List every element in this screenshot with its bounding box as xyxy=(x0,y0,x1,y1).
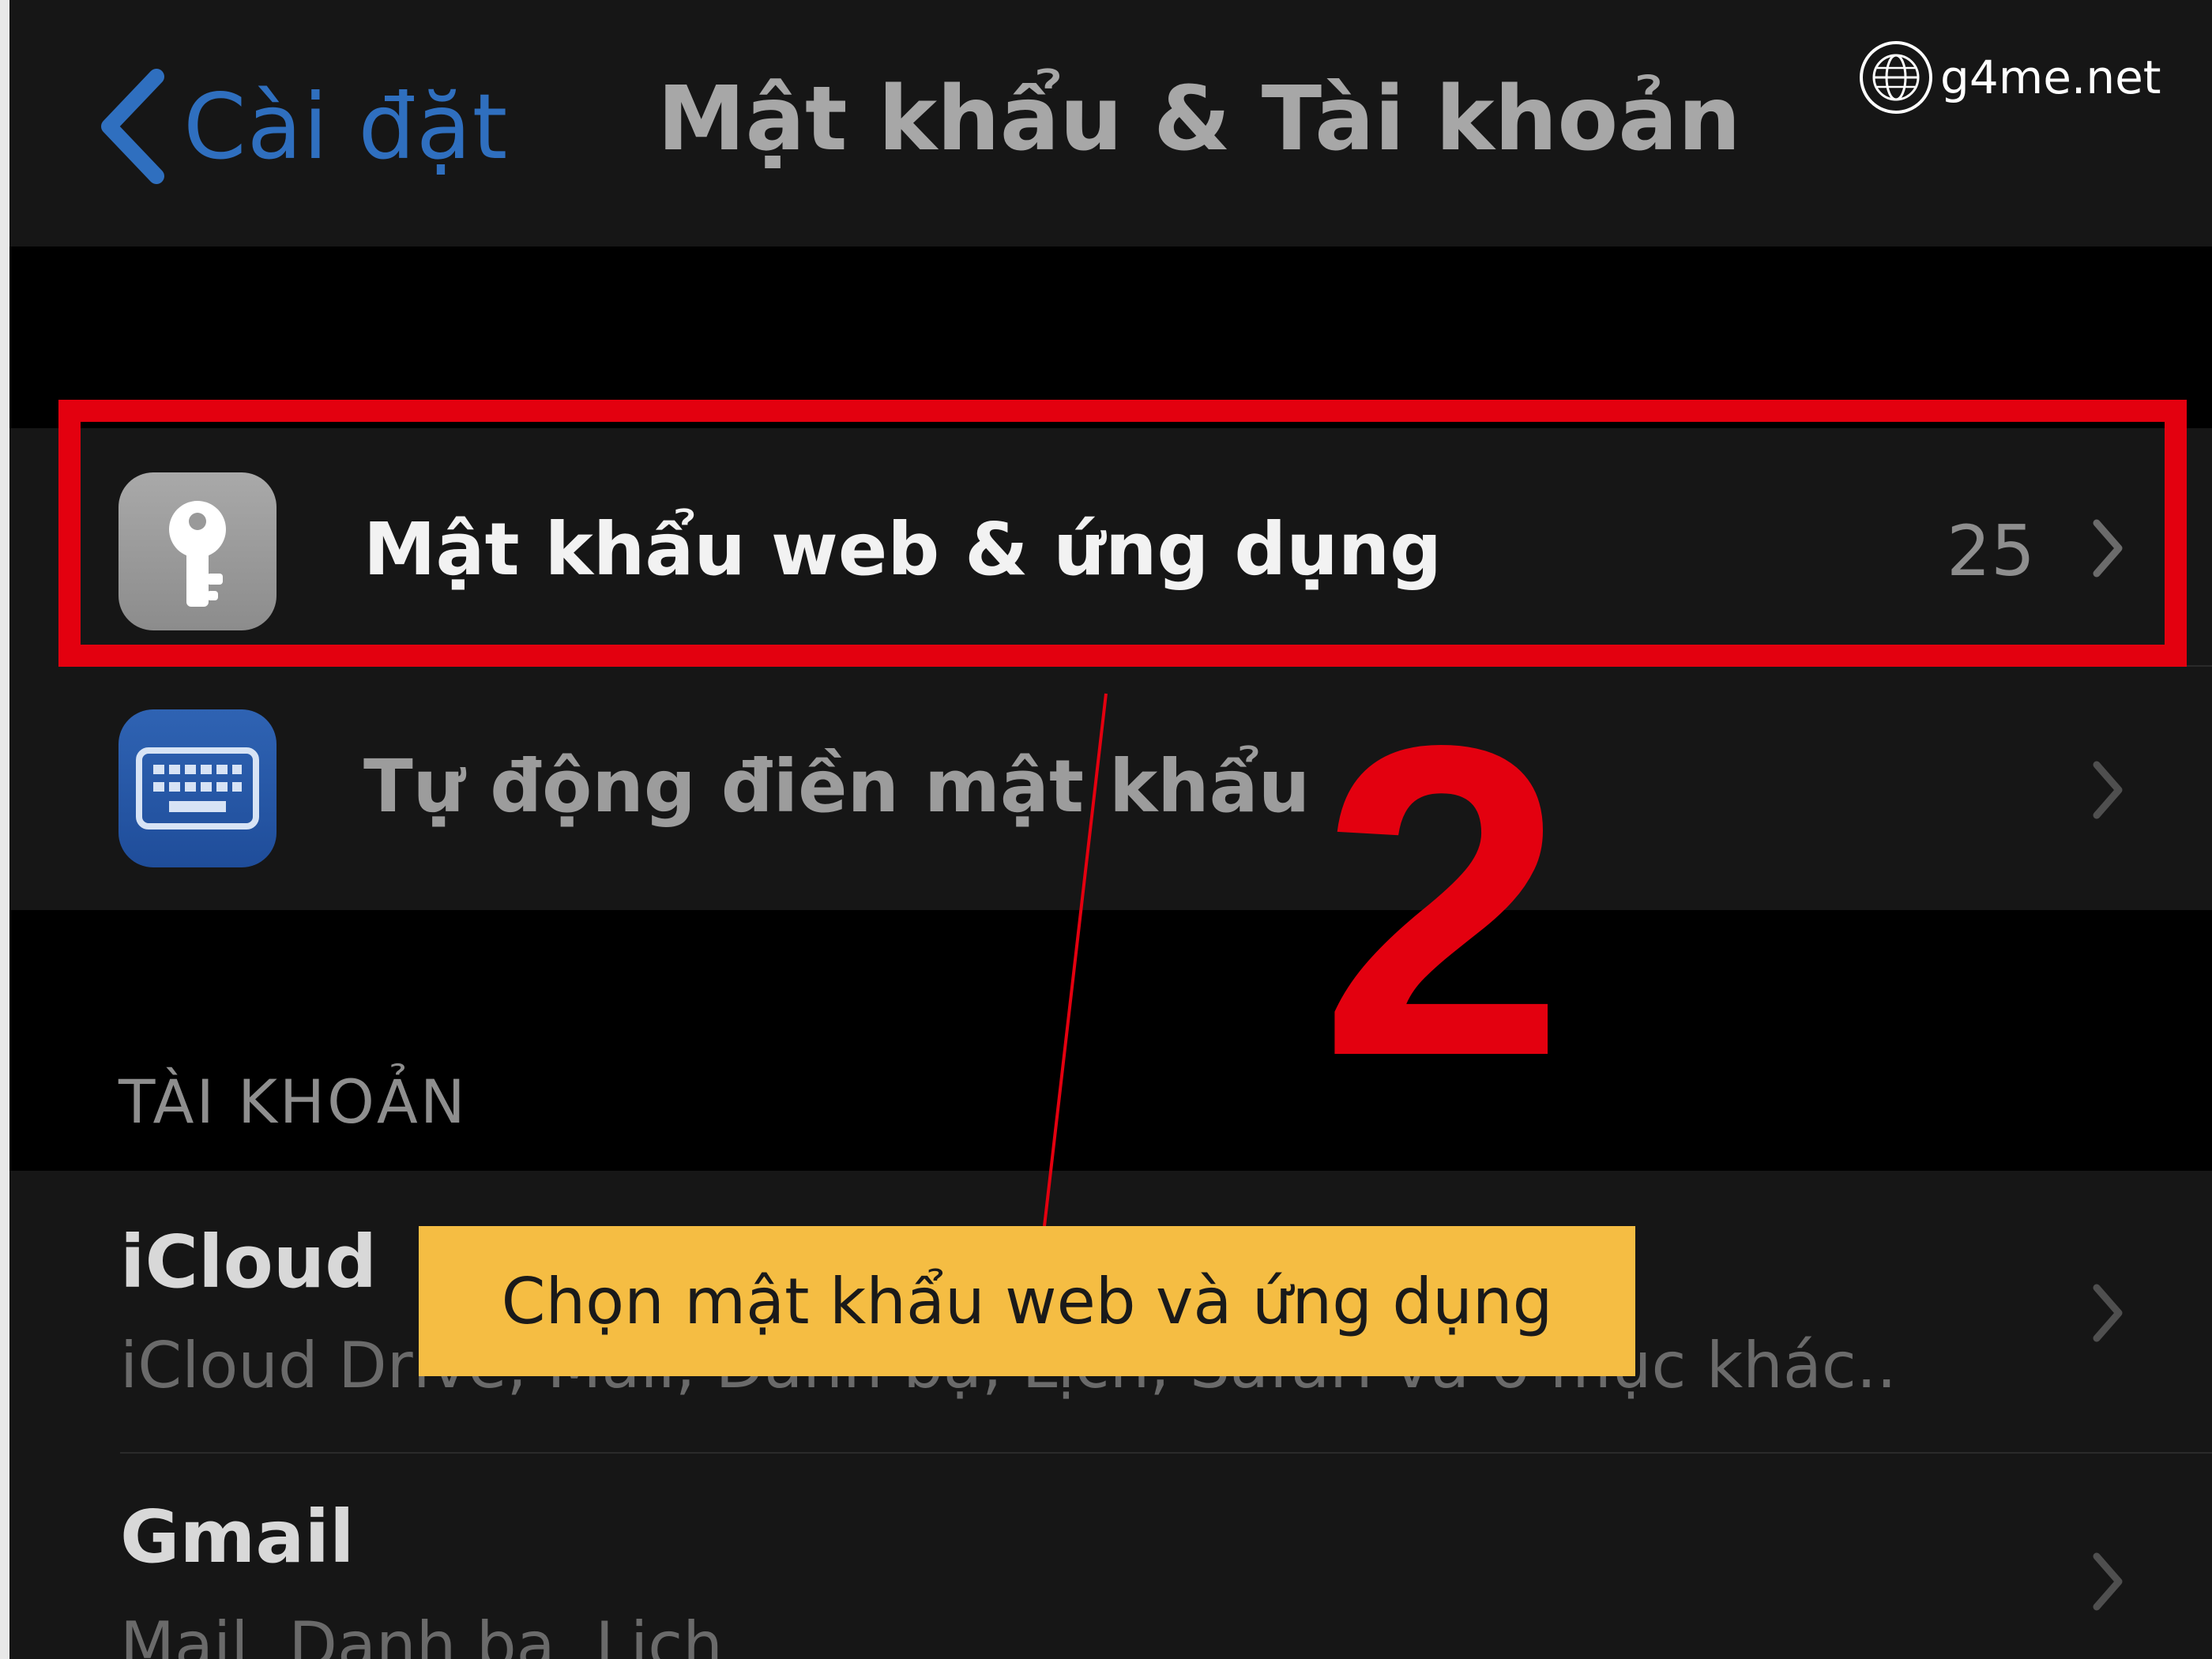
web-app-passwords-row[interactable]: Mật khẩu web & ứng dụng 25 xyxy=(9,428,2212,667)
back-button[interactable]: Cài đặt xyxy=(87,63,508,190)
account-subtitle: Mail, Danh bạ, Lịch xyxy=(120,1608,723,1659)
callout-text: Chọn mật khẩu web và ứng dụng xyxy=(501,1264,1553,1338)
key-icon xyxy=(118,472,276,630)
screen: Cài đặt Mật khẩu & Tài khoản g4me.net Mậ… xyxy=(0,0,2212,1659)
step-number: 2 xyxy=(1319,653,1566,1148)
account-title: Gmail xyxy=(120,1495,355,1579)
callout-label: Chọn mật khẩu web và ứng dụng xyxy=(419,1226,1635,1376)
row-label: Tự động điền mật khẩu xyxy=(363,744,1311,829)
chevron-right-icon xyxy=(2093,761,2123,819)
left-edge xyxy=(0,0,9,1659)
row-label: Mật khẩu web & ứng dụng xyxy=(363,507,1443,592)
back-button-label: Cài đặt xyxy=(183,73,509,179)
keyboard-icon xyxy=(118,709,276,867)
chevron-right-icon xyxy=(2093,1284,2123,1342)
password-count: 25 xyxy=(1947,510,2035,592)
watermark-text: g4me.net xyxy=(1940,51,2161,104)
chevron-right-icon xyxy=(2093,1552,2123,1611)
chevron-right-icon xyxy=(2093,519,2123,577)
accounts-section-header: TÀI KHOẢN xyxy=(118,1066,468,1137)
globe-icon xyxy=(1860,41,1932,114)
section-spacer xyxy=(9,246,2212,428)
page-title: Mật khẩu & Tài khoản xyxy=(657,68,1741,171)
watermark: g4me.net xyxy=(1858,40,2161,115)
chevron-left-icon xyxy=(101,69,164,184)
password-settings-group: Mật khẩu web & ứng dụng 25 Tự động điền … xyxy=(9,428,2212,910)
autofill-passwords-row[interactable]: Tự động điền mật khẩu xyxy=(9,665,2212,910)
account-row-gmail[interactable]: Gmail Mail, Danh bạ, Lịch xyxy=(9,1454,2212,1659)
account-title: iCloud xyxy=(120,1220,378,1304)
navigation-bar: Cài đặt Mật khẩu & Tài khoản xyxy=(9,0,2212,246)
